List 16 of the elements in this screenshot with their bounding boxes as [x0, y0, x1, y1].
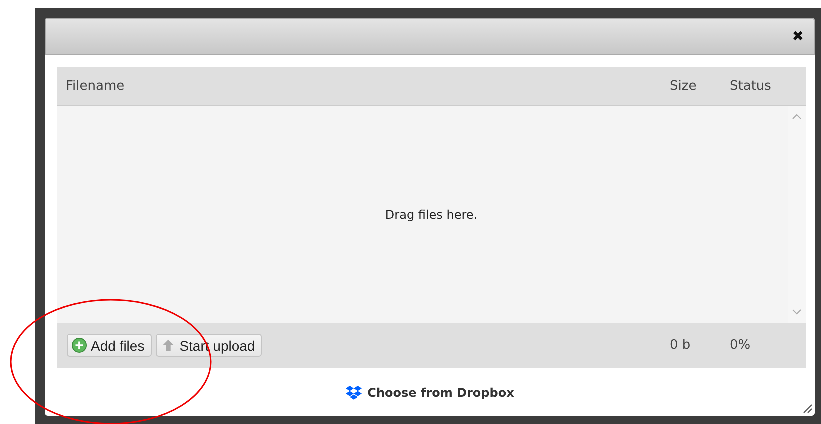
add-files-button[interactable]: Add files	[67, 334, 152, 357]
dropbox-link[interactable]: Choose from Dropbox	[346, 386, 514, 400]
total-size: 0 b	[670, 338, 692, 353]
column-header: Size	[670, 78, 698, 94]
column-header: Status	[730, 78, 772, 94]
scroll-down-icon[interactable]	[792, 309, 802, 315]
up-arrow-icon	[160, 338, 176, 353]
drop-hint: Drag files here.	[385, 208, 478, 222]
total-percent: 0%	[730, 338, 752, 353]
close-button[interactable]: ✖	[784, 28, 812, 44]
plus-icon	[72, 338, 87, 353]
drop-zone[interactable]: Drag files here.	[57, 106, 806, 323]
dropbox-icon	[346, 386, 362, 400]
scroll-up-icon[interactable]	[792, 114, 802, 120]
column-header: Filename	[65, 78, 126, 94]
resize-grip-icon[interactable]	[803, 404, 813, 414]
